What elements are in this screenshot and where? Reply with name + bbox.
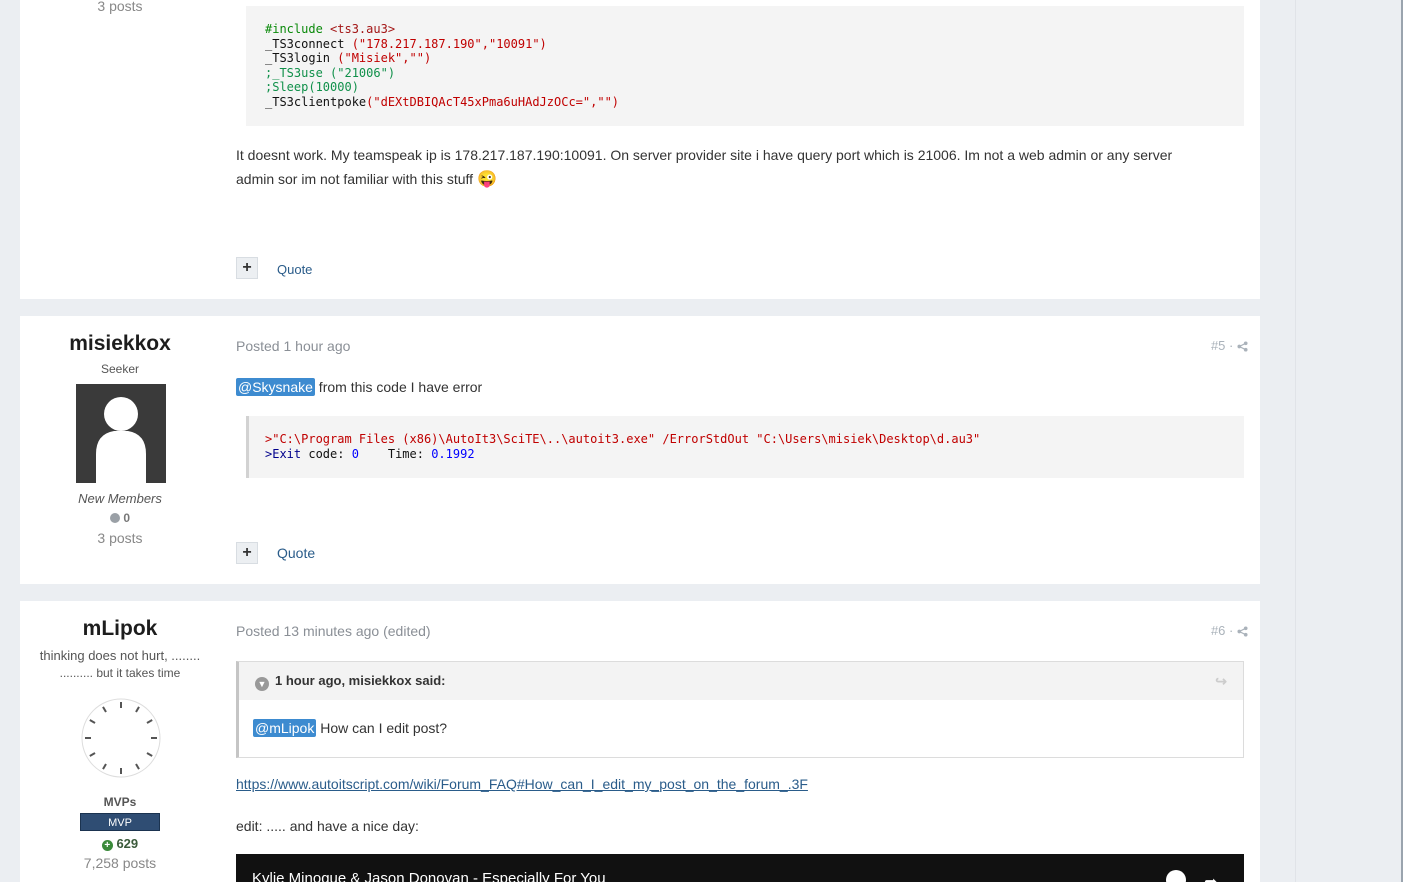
post-text: edit: ..... and have a nice day: <box>236 818 419 834</box>
avatar[interactable] <box>80 695 162 781</box>
post-body: It doesnt work. My teamspeak ip is 178.2… <box>236 143 1246 192</box>
author-group: New Members <box>78 491 162 506</box>
post-5: misiekkox Seeker New Members 0 3 posts P… <box>20 316 1260 584</box>
quote-button[interactable]: Quote <box>277 545 315 561</box>
code-token: ;_TS3use ("21006") <box>265 65 396 80</box>
reputation: + 629 <box>20 836 220 851</box>
author-rank-line-1: thinking does not hurt, ........ <box>39 648 201 663</box>
multiquote-button[interactable]: + <box>236 257 258 279</box>
post-date[interactable]: Posted 13 minutes ago (edited) <box>236 623 431 639</box>
code-line: >"C:\Program Files (x86)\AutoIt3\SciTE\.… <box>265 432 1228 447</box>
code-token: _TS3login <box>265 51 338 65</box>
watch-later-icon[interactable] <box>1166 870 1186 882</box>
post-share[interactable]: #5 · <box>1211 338 1248 353</box>
code-token: ("dEXtDBIQAcT45xPma6uHAdJzOCc=","") <box>366 94 620 109</box>
author-rank-line-2: .......... but it takes time <box>59 666 181 680</box>
share-separator: · <box>1229 623 1237 638</box>
author-post-count: 3 posts <box>97 530 143 546</box>
code-block: #include <ts3.au3> _TS3connect ("178.217.… <box>246 6 1244 126</box>
quote-text: How can I edit post? <box>316 720 448 736</box>
default-avatar-icon <box>96 397 146 483</box>
code-line: >Exit code: 0 Time: 0.1992 <box>265 447 1228 462</box>
post-text-line-2: admin sor im not familiar with this stuf… <box>236 167 1246 192</box>
code-token: _TS3connect <box>265 36 352 51</box>
tongue-emoji-icon: 😜 <box>476 171 497 188</box>
code-token: #include <box>265 22 331 36</box>
code-block: >"C:\Program Files (x86)\AutoIt3\SciTE\.… <box>246 416 1244 478</box>
code-token: >"C:\Program Files (x86)\AutoIt3\SciTE\.… <box>265 432 757 446</box>
code-token: code: <box>308 446 352 461</box>
post-text: from this code I have error <box>314 379 483 395</box>
multiquote-button[interactable]: + <box>236 542 258 564</box>
post-share[interactable]: #6 · <box>1211 623 1248 638</box>
user-mention[interactable]: @mLipok <box>253 719 317 737</box>
code-line: ;_TS3use ("21006") <box>265 66 1225 81</box>
right-sidebar <box>1295 0 1402 882</box>
reputation-plus-icon: + <box>101 840 113 851</box>
quote-body: @mLipok How can I edit post? <box>239 700 1243 756</box>
quote-header-text: 1 hour ago, misiekkox said: <box>275 673 446 688</box>
code-token: _TS3clientpoke <box>265 94 367 109</box>
code-token: >Exit <box>265 446 309 461</box>
code-token: "C:\Users\misiek\Desktop\d.au3" <box>756 432 981 446</box>
code-line: #include <ts3.au3> <box>265 22 1225 37</box>
clock-avatar-icon <box>81 698 161 778</box>
post-4: 3 posts #include <ts3.au3> _TS3connect ("… <box>20 0 1260 299</box>
code-token: <ts3.au3> <box>330 22 396 36</box>
code-line: _TS3clientpoke("dEXtDBIQAcT45xPma6uHAdJz… <box>265 95 1225 110</box>
avatar[interactable] <box>76 384 166 483</box>
code-lines: #include <ts3.au3> _TS3connect ("178.217.… <box>265 22 1225 109</box>
code-token: ;Sleep(10000) <box>265 80 359 94</box>
author-post-count: 7,258 posts <box>83 855 157 871</box>
chevron-down-icon[interactable]: ▼ <box>255 677 269 691</box>
code-token: 0 <box>351 446 359 461</box>
user-mention[interactable]: @Skysnake <box>236 378 315 396</box>
code-line: ;Sleep(10000) <box>265 80 1225 95</box>
faq-link[interactable]: https://www.autoitscript.com/wiki/Forum_… <box>236 776 808 792</box>
quote-block: ▼ 1 hour ago, misiekkox said: ↪ @mLipok H… <box>236 661 1244 758</box>
post-date[interactable]: Posted 1 hour ago <box>236 338 350 354</box>
code-token: ("178.217.187.190","10091") <box>351 36 547 51</box>
code-line: _TS3connect ("178.217.187.190","10091") <box>265 37 1225 52</box>
share-separator: · <box>1229 338 1237 353</box>
mvp-badge: MVP <box>80 813 160 831</box>
post-text-line-2-text: admin sor im not familiar with this stuf… <box>236 171 474 187</box>
author-group: MVPs <box>103 795 137 809</box>
reputation: 0 <box>20 511 220 525</box>
author-rank: Seeker <box>100 362 140 376</box>
author-post-count: 3 posts <box>97 0 143 14</box>
reputation-count: 0 <box>123 511 131 525</box>
quote-button[interactable]: Quote <box>277 262 312 277</box>
video-title[interactable]: Kylie Minogue & Jason Donovan - Especial… <box>252 870 606 882</box>
reputation-count: 629 <box>116 836 139 851</box>
share-video-icon[interactable]: ➦ <box>1204 872 1217 882</box>
post-text-line-1: It doesnt work. My teamspeak ip is 178.2… <box>236 147 1173 163</box>
share-icon[interactable] <box>1237 626 1248 637</box>
author-username[interactable]: mLipok <box>20 617 220 641</box>
share-icon[interactable] <box>1237 341 1248 352</box>
author-username[interactable]: misiekkox <box>20 332 220 356</box>
reputation-neutral-icon <box>109 513 120 523</box>
code-token: Time: <box>358 446 432 461</box>
code-line: _TS3login ("Misiek","") <box>265 51 1225 66</box>
code-lines: >"C:\Program Files (x86)\AutoIt3\SciTE\.… <box>265 432 1228 461</box>
video-embed[interactable]: Kylie Minogue & Jason Donovan - Especial… <box>236 854 1244 882</box>
code-token: ("Misiek","") <box>337 51 432 65</box>
post-number[interactable]: #5 <box>1211 338 1225 353</box>
post-number[interactable]: #6 <box>1211 623 1225 638</box>
quote-header[interactable]: ▼ 1 hour ago, misiekkox said: ↪ <box>239 662 1243 700</box>
post-body: @Skysnake from this code I have error <box>236 375 482 399</box>
code-token: 0.1992 <box>431 446 475 461</box>
go-to-quoted-post-icon[interactable]: ↪ <box>1215 662 1227 700</box>
post-6: mLipok thinking does not hurt, ........ … <box>20 601 1260 882</box>
